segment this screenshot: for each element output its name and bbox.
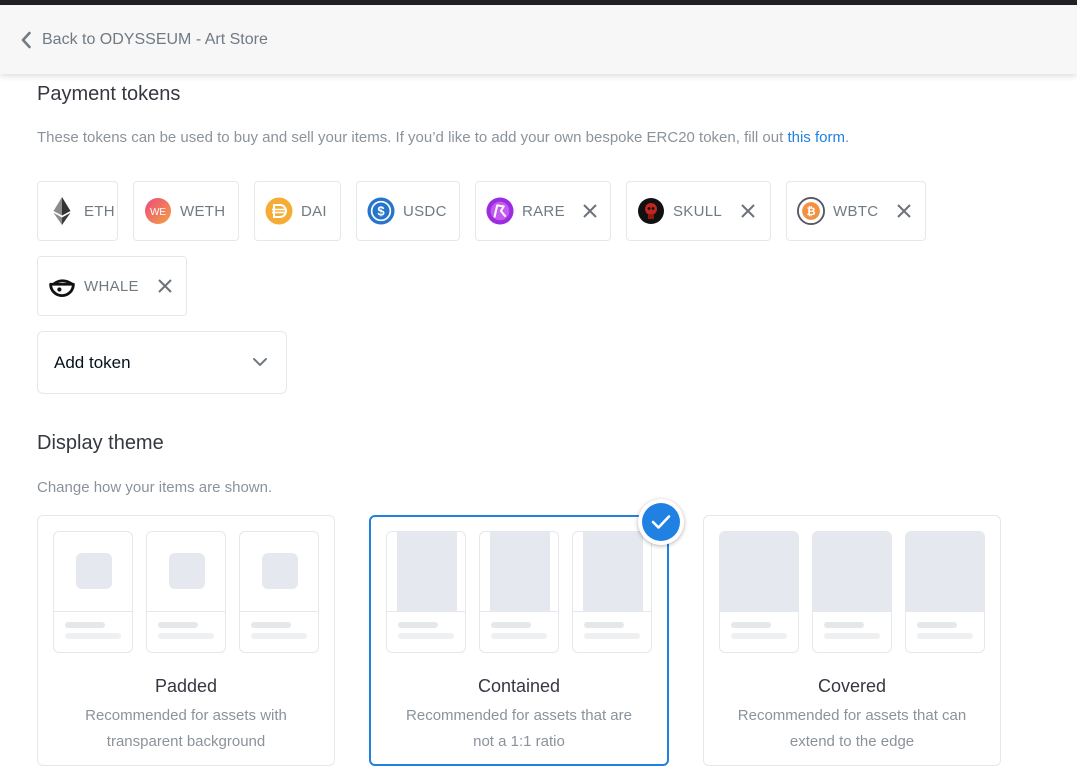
skull-icon <box>637 197 665 225</box>
add-token-dropdown[interactable]: Add token <box>37 331 287 394</box>
selected-check-icon <box>638 499 684 545</box>
remove-skull-icon[interactable] <box>738 201 758 221</box>
preview-card <box>905 531 985 653</box>
token-symbol: WHALE <box>84 277 139 295</box>
theme-description: Recommended for assets with transparent … <box>85 707 287 750</box>
preview-card <box>719 531 799 653</box>
header-bar: Back to ODYSSEUM - Art Store <box>0 5 1077 74</box>
preview-card <box>146 531 226 653</box>
svg-text:WE: WE <box>150 207 166 218</box>
weth-icon: WE <box>144 197 172 225</box>
usdc-icon: $ <box>367 197 395 225</box>
remove-wbtc-icon[interactable] <box>894 201 914 221</box>
theme-option-padded[interactable]: Padded Recommended for assets with trans… <box>37 515 335 766</box>
theme-title: Covered <box>817 676 887 696</box>
whale-icon <box>48 272 76 300</box>
ethereum-icon <box>48 197 76 225</box>
payment-tokens-title: Payment tokens <box>37 83 181 105</box>
token-symbol: DAI <box>301 202 327 220</box>
theme-option-covered[interactable]: Covered Recommended for assets that can … <box>703 515 1001 766</box>
chevron-left-icon <box>20 31 32 49</box>
token-chip-whale: WHALE <box>37 256 187 316</box>
svg-text:$: $ <box>377 204 385 219</box>
token-chip-wbtc: ₿ WBTC <box>786 181 926 241</box>
display-theme-description: Change how your items are shown. <box>37 479 273 496</box>
token-chip-skull: SKULL <box>626 181 771 241</box>
token-symbol: ETH <box>84 202 115 220</box>
preview-card <box>812 531 892 653</box>
this-form-link[interactable]: this form <box>787 129 845 146</box>
token-symbol: RARE <box>522 202 565 220</box>
add-token-label: Add token <box>54 352 131 372</box>
svg-text:₿: ₿ <box>806 206 815 218</box>
chevron-down-icon <box>252 354 268 372</box>
theme-description: Recommended for assets that are not a 1:… <box>406 707 632 750</box>
token-symbol: SKULL <box>673 202 723 220</box>
preview-card <box>479 531 559 653</box>
theme-title: Padded <box>154 676 218 696</box>
rare-icon <box>486 197 514 225</box>
preview-card <box>572 531 652 653</box>
dai-icon <box>265 197 293 225</box>
theme-description: Recommended for assets that can extend t… <box>737 707 967 750</box>
preview-card <box>386 531 466 653</box>
preview-card <box>53 531 133 653</box>
remove-rare-icon[interactable] <box>581 201 600 221</box>
token-chip-rare: RARE <box>475 181 611 241</box>
preview-card <box>239 531 319 653</box>
token-chip-dai: DAI <box>254 181 341 241</box>
token-chip-usdc: $ USDC <box>356 181 460 241</box>
theme-option-contained[interactable]: Contained Recommended for assets that ar… <box>369 515 669 766</box>
token-chip-eth: ETH <box>37 181 118 241</box>
back-link-label: Back to ODYSSEUM - Art Store <box>42 30 268 48</box>
theme-title: Contained <box>477 676 561 696</box>
display-theme-title: Display theme <box>37 432 164 454</box>
back-link[interactable]: Back to ODYSSEUM - Art Store <box>20 31 268 49</box>
remove-whale-icon[interactable] <box>155 276 175 296</box>
wbtc-icon: ₿ <box>797 197 825 225</box>
payment-tokens-description: These tokens can be used to buy and sell… <box>37 129 850 146</box>
token-symbol: WETH <box>180 202 226 220</box>
token-chip-weth: WE WETH <box>133 181 239 241</box>
token-symbol: WBTC <box>833 202 879 220</box>
token-symbol: USDC <box>403 202 447 220</box>
